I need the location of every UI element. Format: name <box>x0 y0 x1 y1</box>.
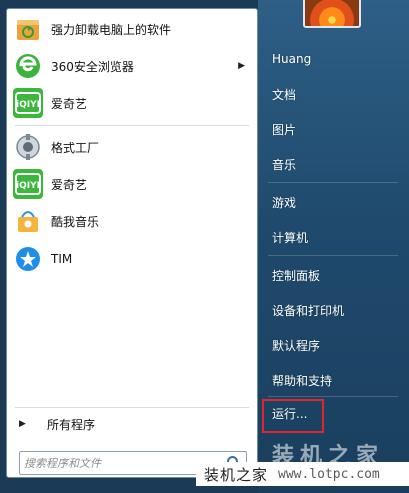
watermark-brand-small: 装机之家 <box>204 465 269 484</box>
expand-arrow-icon: ▶ <box>19 419 26 429</box>
format-factory-icon <box>13 132 43 162</box>
program-item-tim[interactable]: TIM <box>7 241 257 277</box>
place-help-support[interactable]: 帮助和支持 <box>272 372 398 392</box>
separator <box>268 396 398 397</box>
program-item-360-browser[interactable]: 360安全浏览器 ▶ <box>7 48 257 84</box>
place-devices-printers[interactable]: 设备和打印机 <box>272 302 398 322</box>
watermark-bar: 装机之家 www.lotpc.com <box>196 462 409 486</box>
program-label: 强力卸载电脑上的软件 <box>51 22 172 37</box>
program-label: TIM <box>51 252 73 266</box>
svg-text:iQIYI: iQIYI <box>16 181 40 191</box>
separator <box>15 407 249 408</box>
uninstall-box-icon <box>13 14 43 44</box>
place-computer[interactable]: 计算机 <box>272 229 398 249</box>
start-menu: 强力卸载电脑上的软件 360安全浏览器 ▶ iQIYI 爱奇艺 格式工厂 iQI… <box>0 0 409 493</box>
place-user-folder[interactable]: Huang <box>272 52 398 72</box>
program-label: 酷我音乐 <box>51 214 100 229</box>
user-avatar[interactable] <box>303 0 361 28</box>
program-item-kuwo-music[interactable]: 酷我音乐 <box>7 203 257 239</box>
place-pictures[interactable]: 图片 <box>272 121 398 141</box>
place-games[interactable]: 游戏 <box>272 194 398 214</box>
programs-panel: 强力卸载电脑上的软件 360安全浏览器 ▶ iQIYI 爱奇艺 格式工厂 iQI… <box>6 8 258 478</box>
svg-text:iQIYI: iQIYI <box>16 100 40 110</box>
run-highlight-box <box>262 399 324 433</box>
program-item-iqiyi-recent[interactable]: iQIYI 爱奇艺 <box>7 166 257 202</box>
place-music[interactable]: 音乐 <box>272 156 398 176</box>
program-label: 爱奇艺 <box>51 177 88 192</box>
all-programs-label: 所有程序 <box>47 417 96 432</box>
watermark-url: www.lotpc.com <box>278 466 380 482</box>
place-control-panel[interactable]: 控制面板 <box>272 267 398 287</box>
iqiyi-icon: iQIYI <box>13 88 43 118</box>
program-item-format-factory[interactable]: 格式工厂 <box>7 129 257 165</box>
program-item-iqiyi[interactable]: iQIYI 爱奇艺 <box>7 85 257 121</box>
iqiyi-icon: iQIYI <box>13 169 43 199</box>
program-item-uninstall[interactable]: 强力卸载电脑上的软件 <box>7 11 257 47</box>
tim-icon <box>13 244 43 274</box>
program-label: 格式工厂 <box>51 140 100 155</box>
place-documents[interactable]: 文档 <box>272 86 398 106</box>
submenu-arrow-icon[interactable]: ▶ <box>238 61 245 71</box>
kuwo-music-icon <box>13 206 43 236</box>
separator <box>15 125 249 126</box>
program-label: 360安全浏览器 <box>51 59 134 74</box>
place-default-programs[interactable]: 默认程序 <box>272 337 398 357</box>
360-browser-icon <box>13 51 43 81</box>
separator <box>268 182 398 183</box>
separator <box>268 255 398 256</box>
program-label: 爱奇艺 <box>51 96 88 111</box>
all-programs-button[interactable]: ▶ 所有程序 <box>7 412 257 436</box>
search-input[interactable] <box>24 455 220 471</box>
